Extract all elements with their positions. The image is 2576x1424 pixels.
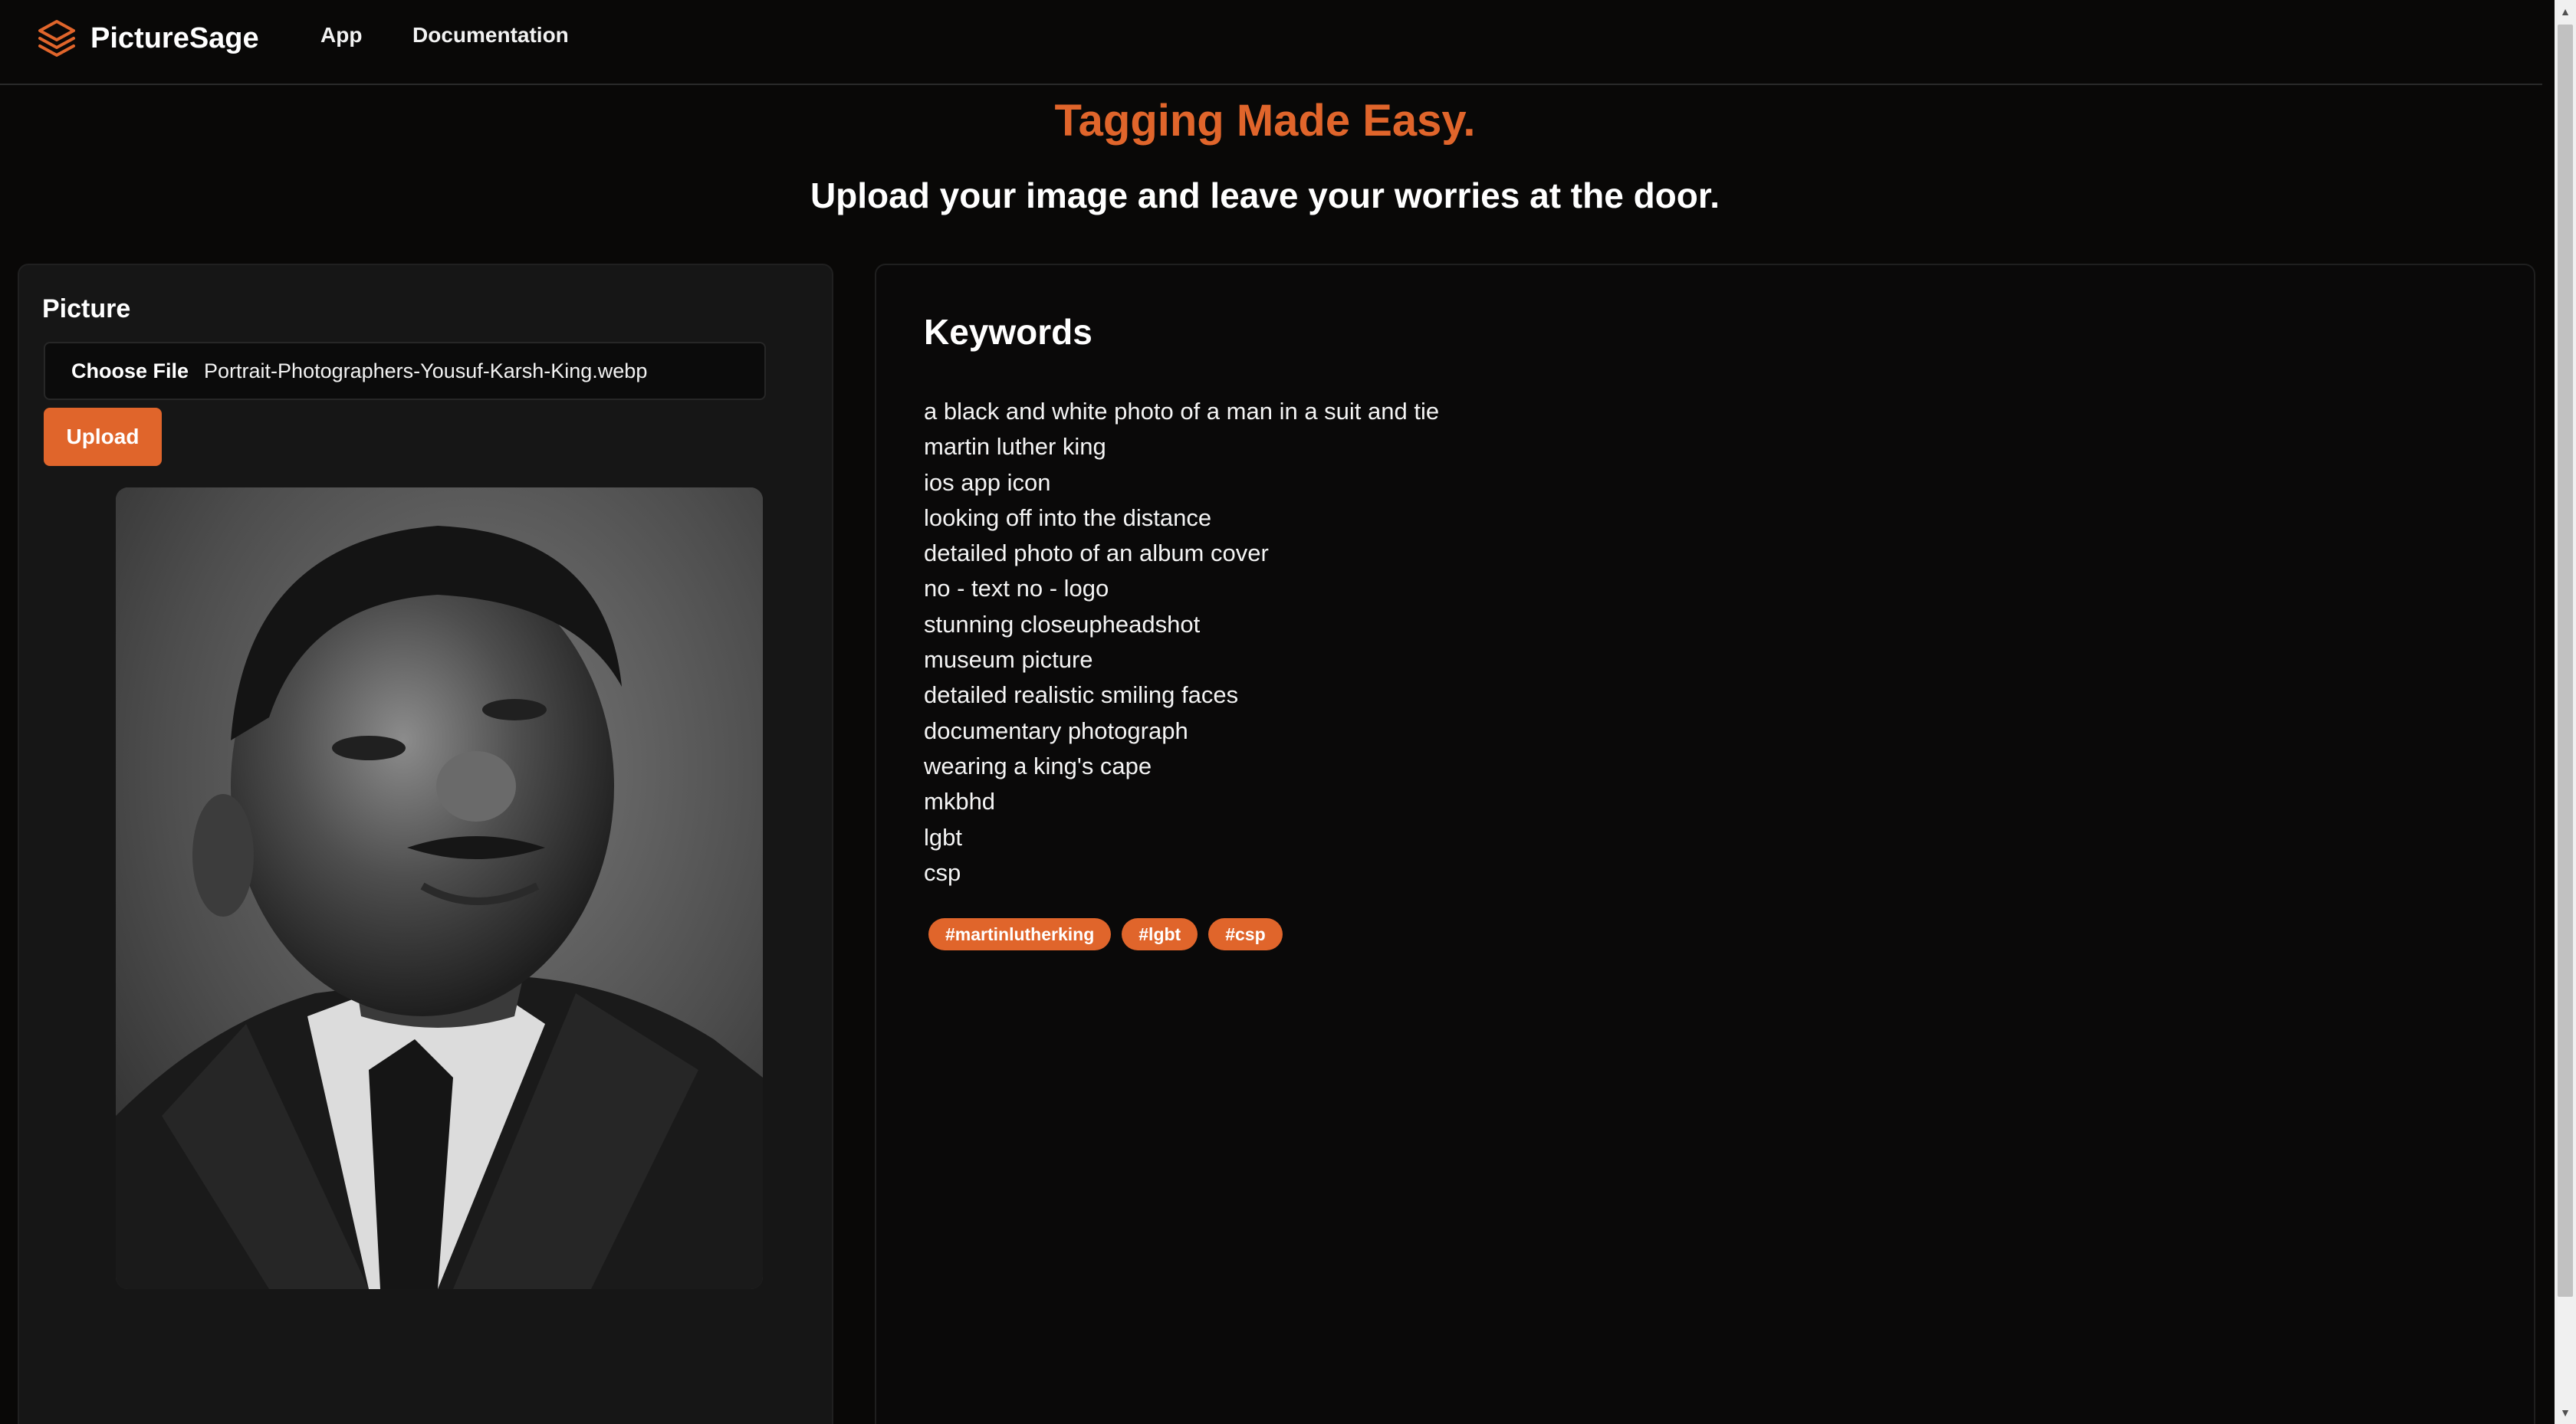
keywords-heading: Keywords <box>924 312 1092 352</box>
keyword-item: a black and white photo of a man in a su… <box>924 398 1440 425</box>
scroll-up-arrow-icon[interactable]: ▲ <box>2555 0 2576 23</box>
hero-title: Tagging Made Easy. <box>1054 96 1476 146</box>
choose-file-button[interactable]: Choose File <box>71 359 189 383</box>
keyword-item: csp <box>924 858 961 886</box>
portrait-photo-image <box>116 487 763 1289</box>
hero-subtitle: Upload your image and leave your worries… <box>810 176 1720 215</box>
keyword-item: no - text no - logo <box>924 575 1109 602</box>
picture-panel: Picture Choose File Portrait-Photographe… <box>18 264 833 1424</box>
selected-file-name: Portrait-Photographers-Yousuf-Karsh-King… <box>204 359 648 382</box>
top-navbar: PictureSage App Documentation <box>0 0 2542 85</box>
upload-button[interactable]: Upload <box>44 408 162 466</box>
hashtag-list: #martinlutherking #lgbt #csp <box>928 918 1293 950</box>
scrollbar-thumb[interactable] <box>2558 25 2573 1297</box>
keyword-item: mkbhd <box>924 788 996 815</box>
keyword-item: museum picture <box>924 646 1093 674</box>
keyword-item: stunning closeupheadshot <box>924 610 1201 638</box>
keyword-item: detailed photo of an album cover <box>924 540 1269 567</box>
uploaded-photo-preview <box>116 487 763 1289</box>
keyword-item: ios app icon <box>924 468 1051 496</box>
keyword-item: looking off into the distance <box>924 504 1212 531</box>
keyword-item: wearing a king's cape <box>924 752 1152 779</box>
page-scrollbar[interactable]: ▲ ▼ <box>2555 0 2576 1424</box>
keyword-item: martin luther king <box>924 433 1106 461</box>
nav-link-documentation[interactable]: Documentation <box>412 23 569 48</box>
keyword-item: documentary photograph <box>924 717 1188 744</box>
nav-link-app[interactable]: App <box>320 23 362 48</box>
keyword-item: detailed realistic smiling faces <box>924 681 1239 709</box>
layers-stack-icon <box>38 20 75 57</box>
brand[interactable]: PictureSage <box>34 15 259 61</box>
scroll-down-arrow-icon[interactable]: ▼ <box>2555 1401 2576 1424</box>
hashtag-badge[interactable]: #lgbt <box>1122 918 1198 950</box>
picture-label: Picture <box>42 294 131 323</box>
keywords-panel: Keywords a black and white photo of a ma… <box>875 264 2535 1424</box>
hashtag-badge[interactable]: #martinlutherking <box>928 918 1112 950</box>
keywords-list: a black and white photo of a man in a su… <box>924 394 1439 891</box>
brand-name: PictureSage <box>90 21 259 54</box>
hashtag-badge[interactable]: #csp <box>1208 918 1283 950</box>
keyword-item: lgbt <box>924 823 962 851</box>
file-input[interactable]: Choose File Portrait-Photographers-Yousu… <box>44 342 766 400</box>
